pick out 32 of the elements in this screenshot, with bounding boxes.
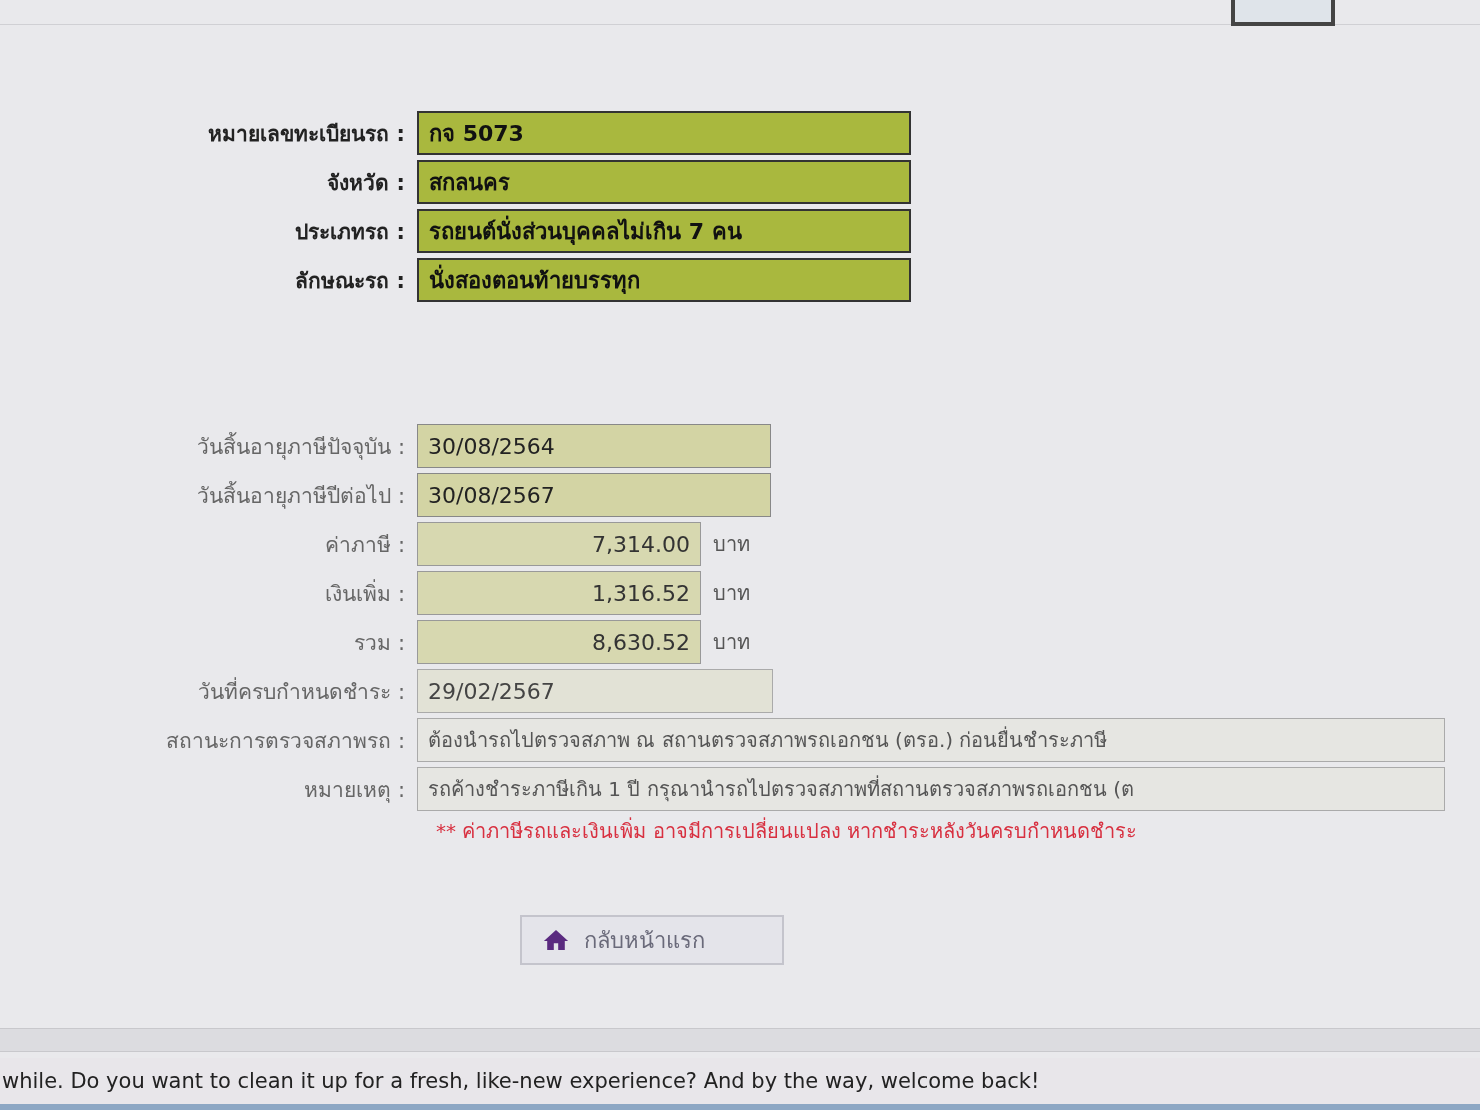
value-field: 8,630.52 xyxy=(417,620,701,664)
field-label: หมายเหตุ : xyxy=(303,776,405,805)
field-label: ประเภทรถ : xyxy=(294,218,405,246)
unit-label: บาท xyxy=(713,580,750,607)
notification-text: while. Do you want to clean it up for a fresh, like-new experience? And by the way, welcome back! xyxy=(2,1069,1040,1093)
value-field: สกลนคร xyxy=(417,160,911,204)
unit-label: บาท xyxy=(713,629,750,656)
field-label: รวม : xyxy=(353,629,405,657)
value-field: 29/02/2567 xyxy=(417,669,773,713)
value-field: 30/08/2567 xyxy=(417,473,771,517)
field-label: หมายเลขทะเบียนรถ : xyxy=(207,120,405,148)
value-field: 7,314.00 xyxy=(417,522,701,566)
value-field: รถยนต์นั่งส่วนบุคคลไม่เกิน 7 คน xyxy=(417,209,911,253)
home-button[interactable]: กลับหน้าแรก xyxy=(520,915,784,965)
warning-note: ** ค่าภาษีรถและเงินเพิ่ม อาจมีการเปลี่ยนแปลง หากชำระหลังวันครบกำหนดชำระ xyxy=(436,816,1139,845)
value-field: 30/08/2564 xyxy=(417,424,771,468)
value-field: ต้องนำรถไปตรวจสภาพ ณ สถานตรวจสภาพรถเอกชน (ตรอ.) ก่อนยื่นชำระภาษี xyxy=(417,718,1445,762)
field-label: วันที่ครบกำหนดชำระ : xyxy=(197,676,405,706)
field-label: ค่าภาษี : xyxy=(324,531,405,559)
field-label: ลักษณะรถ : xyxy=(294,267,405,295)
value-field: นั่งสองตอนท้ายบรรทุก xyxy=(417,258,911,302)
field-label: วันสิ้นอายุภาษีปัจจุบัน : xyxy=(196,431,405,462)
toolbar-button[interactable] xyxy=(1231,0,1335,26)
home-icon xyxy=(542,929,570,951)
unit-label: บาท xyxy=(713,531,750,558)
field-label: เงินเพิ่ม : xyxy=(324,578,405,608)
field-label: สถานะการตรวจสภาพรถ : xyxy=(165,727,405,755)
field-label: จังหวัด : xyxy=(326,169,405,197)
value-field: 1,316.52 xyxy=(417,571,701,615)
value-field: รถค้างชำระภาษีเกิน 1 ปี กรุณานำรถไปตรวจสภาพที่สถานตรวจสภาพรถเอกชน (ต xyxy=(417,767,1445,811)
field-label: วันสิ้นอายุภาษีปีต่อไป : xyxy=(196,480,405,511)
value-field: กจ 5073 xyxy=(417,111,911,155)
